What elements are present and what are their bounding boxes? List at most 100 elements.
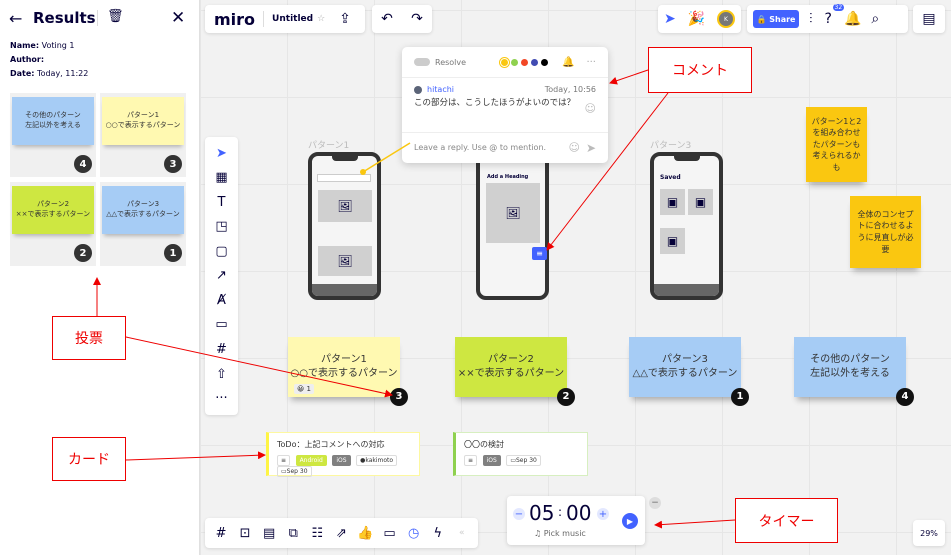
send-icon[interactable]: ➤ [586, 141, 596, 155]
reply-input[interactable]: Leave a reply. Use @ to mention. [414, 143, 546, 152]
undo-icon[interactable]: ↶ [381, 11, 393, 27]
video-icon[interactable]: ▭ [379, 522, 401, 544]
sticky-note[interactable]: パターン1 ○○で表示するパターン 😀 1 3 [288, 337, 408, 406]
result-item[interactable]: パターン2 ××で表示するパターン 2 [10, 182, 96, 266]
close-icon[interactable]: ✕ [171, 8, 185, 28]
cards-icon[interactable]: ⧉ [282, 522, 304, 544]
tag-ios[interactable]: iOS [482, 455, 501, 466]
board-title[interactable]: Untitled [272, 14, 313, 24]
comment-text: この部分は、こうしたほうがよいのでは？ [414, 98, 576, 108]
more-tools-icon[interactable]: ··· [211, 388, 233, 410]
sticky-note[interactable]: その他のパターン 左記以外を考える 4 [794, 337, 914, 406]
presentation-icon[interactable]: ⊡ [234, 522, 256, 544]
celebrate-icon[interactable]: 🎉 [688, 11, 705, 27]
bell-icon[interactable]: 🔔 [844, 11, 861, 27]
lightning-icon[interactable]: ϟ [427, 522, 449, 544]
avatar[interactable]: K [717, 10, 736, 28]
back-arrow-icon[interactable]: ← [9, 9, 22, 28]
share-button[interactable]: 🔒 Share [753, 10, 799, 28]
sticky-note[interactable]: パターン2 ××で表示するパターン 2 [455, 337, 575, 406]
sticky-note[interactable]: 全体のコンセプトに合わせるように見直しが必要 [850, 196, 921, 268]
tag-android[interactable]: Android [295, 455, 327, 466]
help-icon[interactable]: ? 32 [825, 4, 845, 27]
color-swatch[interactable] [499, 56, 510, 68]
due-date[interactable]: ▭ Sep 30 [506, 455, 541, 466]
line-arrow-icon[interactable]: ↗ [211, 265, 233, 287]
result-item[interactable]: その他のパターン 左記以外を考える 4 [10, 93, 96, 177]
rank-badge: 1 [164, 244, 182, 262]
pen-icon[interactable]: Ⱥ [211, 289, 233, 311]
redo-icon[interactable]: ↷ [411, 11, 423, 27]
card[interactable]: ToDo：上記コメントへの対応 ≡ Android iOS ● kakimoto… [266, 432, 420, 477]
minimize-timer-button[interactable]: − [649, 497, 661, 509]
more-options-icon[interactable]: ··· [586, 57, 596, 68]
phone-label-1: パターン1 [308, 141, 350, 151]
rank-badge: 1 [731, 388, 749, 406]
star-icon[interactable]: ☆ [317, 14, 325, 24]
result-note: パターン1 ○○で表示するパターン [102, 97, 184, 145]
search-icon[interactable]: ⌕ [871, 11, 879, 27]
document-icon[interactable]: ▤ [922, 11, 935, 27]
phone-mockup-2[interactable]: Add a Heading 🖼 [476, 152, 549, 300]
resolve-toggle[interactable] [414, 58, 430, 66]
settings-sliders-icon[interactable]: ⫶ [809, 11, 813, 27]
select-tool-icon[interactable]: ➤ [211, 142, 233, 164]
avatar [414, 85, 422, 94]
comment-pin-icon[interactable]: ≡ [532, 247, 547, 260]
tag-ios[interactable]: iOS [332, 455, 351, 466]
sticky-note-icon[interactable]: ◳ [211, 216, 233, 238]
color-swatch[interactable] [521, 58, 528, 66]
screen-share-icon[interactable]: ⇗ [330, 522, 352, 544]
play-icon[interactable]: ▶ [622, 513, 638, 529]
collapse-icon[interactable]: « [451, 522, 473, 544]
panel-title: Results [33, 9, 96, 27]
trash-icon[interactable]: 🗑 [107, 9, 124, 24]
timer-seconds[interactable]: 00 [566, 501, 591, 525]
pick-music-button[interactable]: ♫ Pick music [534, 529, 586, 538]
color-swatch[interactable] [531, 58, 538, 66]
comments-icon[interactable]: ▤ [258, 522, 280, 544]
frames-icon[interactable]: # [210, 522, 232, 544]
phone-mockup-1[interactable]: 🖼 🖼 [308, 152, 381, 300]
phone-mockup-3[interactable]: Saved ▣ ▣ ▣ [650, 152, 723, 300]
result-note: パターン3 △△で表示するパターン [102, 186, 184, 234]
result-item[interactable]: パターン1 ○○で表示するパターン 3 [100, 93, 186, 177]
sticky-text: パターン2 ××で表示するパターン [457, 353, 565, 380]
miro-logo[interactable]: miro [214, 10, 255, 29]
name-label: Name: [10, 41, 40, 50]
export-icon[interactable]: ⇪ [339, 11, 351, 27]
frame-icon[interactable]: # [211, 339, 233, 361]
upload-icon[interactable]: ⇧ [211, 363, 233, 385]
description-icon: ≡ [277, 455, 291, 466]
voting-icon[interactable]: 👍 [355, 522, 377, 544]
cursor-icon[interactable]: ➤ [664, 11, 676, 27]
description-icon: ≡ [464, 455, 478, 466]
rank-badge: 3 [390, 388, 408, 406]
zoom-level[interactable]: 29% [913, 520, 945, 546]
timer-icon[interactable]: ◷ [403, 522, 425, 544]
text-tool-icon[interactable]: T [211, 191, 233, 213]
creation-toolbar: ➤ ▦ T ◳ ▢ ↗ Ⱥ ▭ # ⇧ ··· [205, 137, 238, 415]
sticky-note[interactable]: パターン3 △△で表示するパターン 1 [629, 337, 749, 406]
color-swatch[interactable] [541, 58, 548, 66]
template-icon[interactable]: ▦ [211, 167, 233, 189]
image-placeholder-icon: ▣ [660, 189, 685, 215]
sticky-note[interactable]: パターン1と2を組み合わせたパターンも考えられるかも [806, 107, 867, 182]
add-reaction-icon[interactable]: ☺ [585, 102, 596, 115]
result-item[interactable]: パターン3 △△で表示するパターン 1 [100, 182, 186, 266]
color-swatch[interactable] [511, 58, 518, 66]
kanban-icon[interactable]: ☷ [306, 522, 328, 544]
card[interactable]: 〇〇の検討 ≡ iOS ▭ Sep 30 [453, 432, 588, 476]
decrease-time-button[interactable]: − [513, 508, 525, 520]
collab-bar: ➤ 🎉 K [658, 5, 741, 33]
assignee[interactable]: ● kakimoto [356, 455, 398, 466]
shape-icon[interactable]: ▢ [211, 240, 233, 262]
timer-minutes[interactable]: 05 [529, 501, 554, 525]
comment-tool-icon[interactable]: ▭ [211, 314, 233, 336]
image-placeholder-icon: 🖼 [318, 190, 372, 222]
bell-icon[interactable]: 🔔 [562, 57, 574, 68]
increase-time-button[interactable]: + [597, 508, 609, 520]
reaction-badge[interactable]: 😀 1 [294, 383, 314, 394]
due-date[interactable]: ▭ Sep 30 [277, 466, 312, 477]
emoji-icon[interactable]: ☺ [568, 141, 579, 154]
